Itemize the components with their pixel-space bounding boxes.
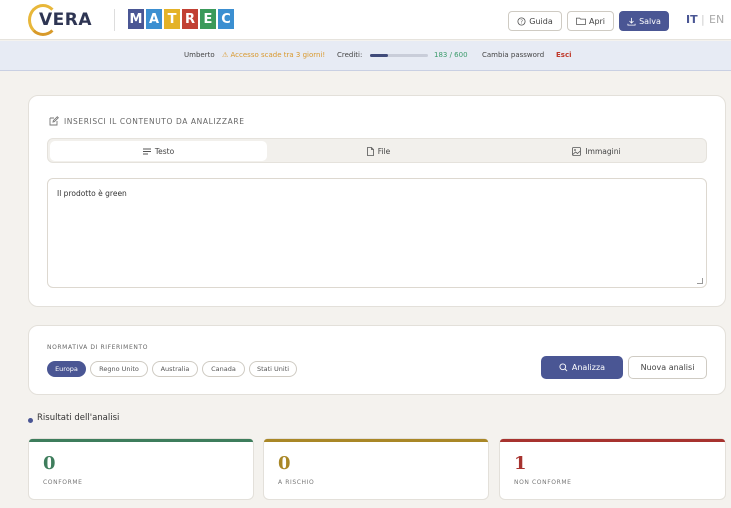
folder-icon [576, 17, 586, 25]
analizza-label: Analizza [571, 363, 606, 372]
help-circle-icon: ? [517, 16, 526, 26]
normativa-option-regno-unito[interactable]: Regno Unito [90, 361, 148, 377]
matrec-letter: R [182, 9, 198, 29]
credits-value: 183 / 600 [434, 51, 468, 59]
matrec-letter: A [146, 9, 162, 29]
input-section-title: INSERISCI IL CONTENUTO DA ANALIZZARE [49, 116, 245, 126]
salva-label: Salva [639, 16, 661, 26]
content-text: Il prodotto è green [57, 189, 127, 198]
tab-file[interactable]: File [270, 141, 487, 161]
image-icon [572, 146, 582, 156]
result-label: NON CONFORME [514, 479, 572, 486]
resize-grip-icon[interactable] [697, 278, 703, 284]
salva-button[interactable]: Salva [619, 11, 669, 31]
content-textarea[interactable]: Il prodotto è green [47, 178, 707, 288]
warning-icon: ⚠ [222, 51, 229, 59]
top-header: VERA M A T R E C ? Guida Apri Salva IT |… [0, 0, 731, 40]
lines-icon [142, 148, 151, 154]
vera-logo-text: VERA [39, 10, 93, 30]
result-value: 0 [43, 453, 56, 474]
apri-label: Apri [588, 16, 606, 26]
result-value: 0 [278, 453, 291, 474]
vera-logo[interactable]: VERA [28, 4, 92, 36]
nuova-analisi-button[interactable]: Nuova analisi [628, 356, 707, 379]
result-card-accent [264, 439, 488, 442]
svg-text:?: ? [520, 19, 523, 25]
result-card-non-conforme: 1 NON CONFORME [499, 438, 726, 500]
tab-immagini[interactable]: Immagini [488, 141, 705, 161]
tab-file-label: File [377, 146, 391, 156]
normativa-option-stati-uniti[interactable]: Stati Uniti [249, 361, 297, 377]
normativa-title: NORMATIVA DI RIFERIMENTO [47, 344, 149, 351]
apri-button[interactable]: Apri [567, 11, 614, 31]
expiry-warning-text: Accesso scade tra 3 giorni! [230, 51, 326, 59]
results-title: Risultati dell'analisi [37, 413, 120, 423]
guida-label: Guida [529, 16, 553, 26]
credits-progress-bar [370, 54, 428, 57]
matrec-logo[interactable]: M A T R E C [128, 9, 234, 31]
matrec-letter: T [164, 9, 180, 29]
normativa-option-europa[interactable]: Europa [47, 361, 86, 377]
result-label: CONFORME [43, 479, 83, 486]
matrec-letter: C [218, 9, 234, 29]
user-status-bar: Umberto ⚠ Accesso scade tra 3 giorni! Cr… [0, 41, 731, 71]
tab-testo[interactable]: Testo [50, 141, 267, 161]
credits-label: Crediti: [337, 51, 363, 59]
guida-button[interactable]: ? Guida [508, 11, 562, 31]
file-icon [366, 146, 374, 156]
results-bullet-icon [28, 418, 33, 423]
logout-link[interactable]: Esci [556, 51, 572, 59]
result-card-accent [29, 439, 253, 442]
lang-en[interactable]: EN [709, 13, 724, 26]
result-value: 1 [514, 453, 527, 474]
matrec-letter: E [200, 9, 216, 29]
normativa-option-australia[interactable]: Australia [152, 361, 198, 377]
edit-icon [49, 116, 59, 126]
search-icon [559, 363, 568, 372]
lang-it[interactable]: IT [686, 13, 698, 26]
download-icon [627, 17, 636, 26]
change-password-link[interactable]: Cambia password [482, 51, 544, 59]
expiry-warning: ⚠ Accesso scade tra 3 giorni! [222, 51, 325, 59]
tab-testo-label: Testo [154, 146, 175, 156]
result-card-accent [500, 439, 725, 442]
tab-immagini-label: Immagini [585, 146, 621, 156]
analizza-button[interactable]: Analizza [541, 356, 623, 379]
result-label: A RISCHIO [278, 479, 315, 486]
username: Umberto [184, 51, 215, 59]
result-card-conforme: 0 CONFORME [28, 438, 254, 500]
result-card-a-rischio: 0 A RISCHIO [263, 438, 489, 500]
lang-separator: | [701, 13, 705, 26]
header-divider [114, 9, 115, 31]
credits-progress-fill [370, 54, 388, 57]
input-type-tabs: Testo File Immagini [47, 138, 707, 163]
input-section-title-text: INSERISCI IL CONTENUTO DA ANALIZZARE [64, 116, 245, 126]
normativa-option-canada[interactable]: Canada [202, 361, 245, 377]
matrec-letter: M [128, 9, 144, 29]
